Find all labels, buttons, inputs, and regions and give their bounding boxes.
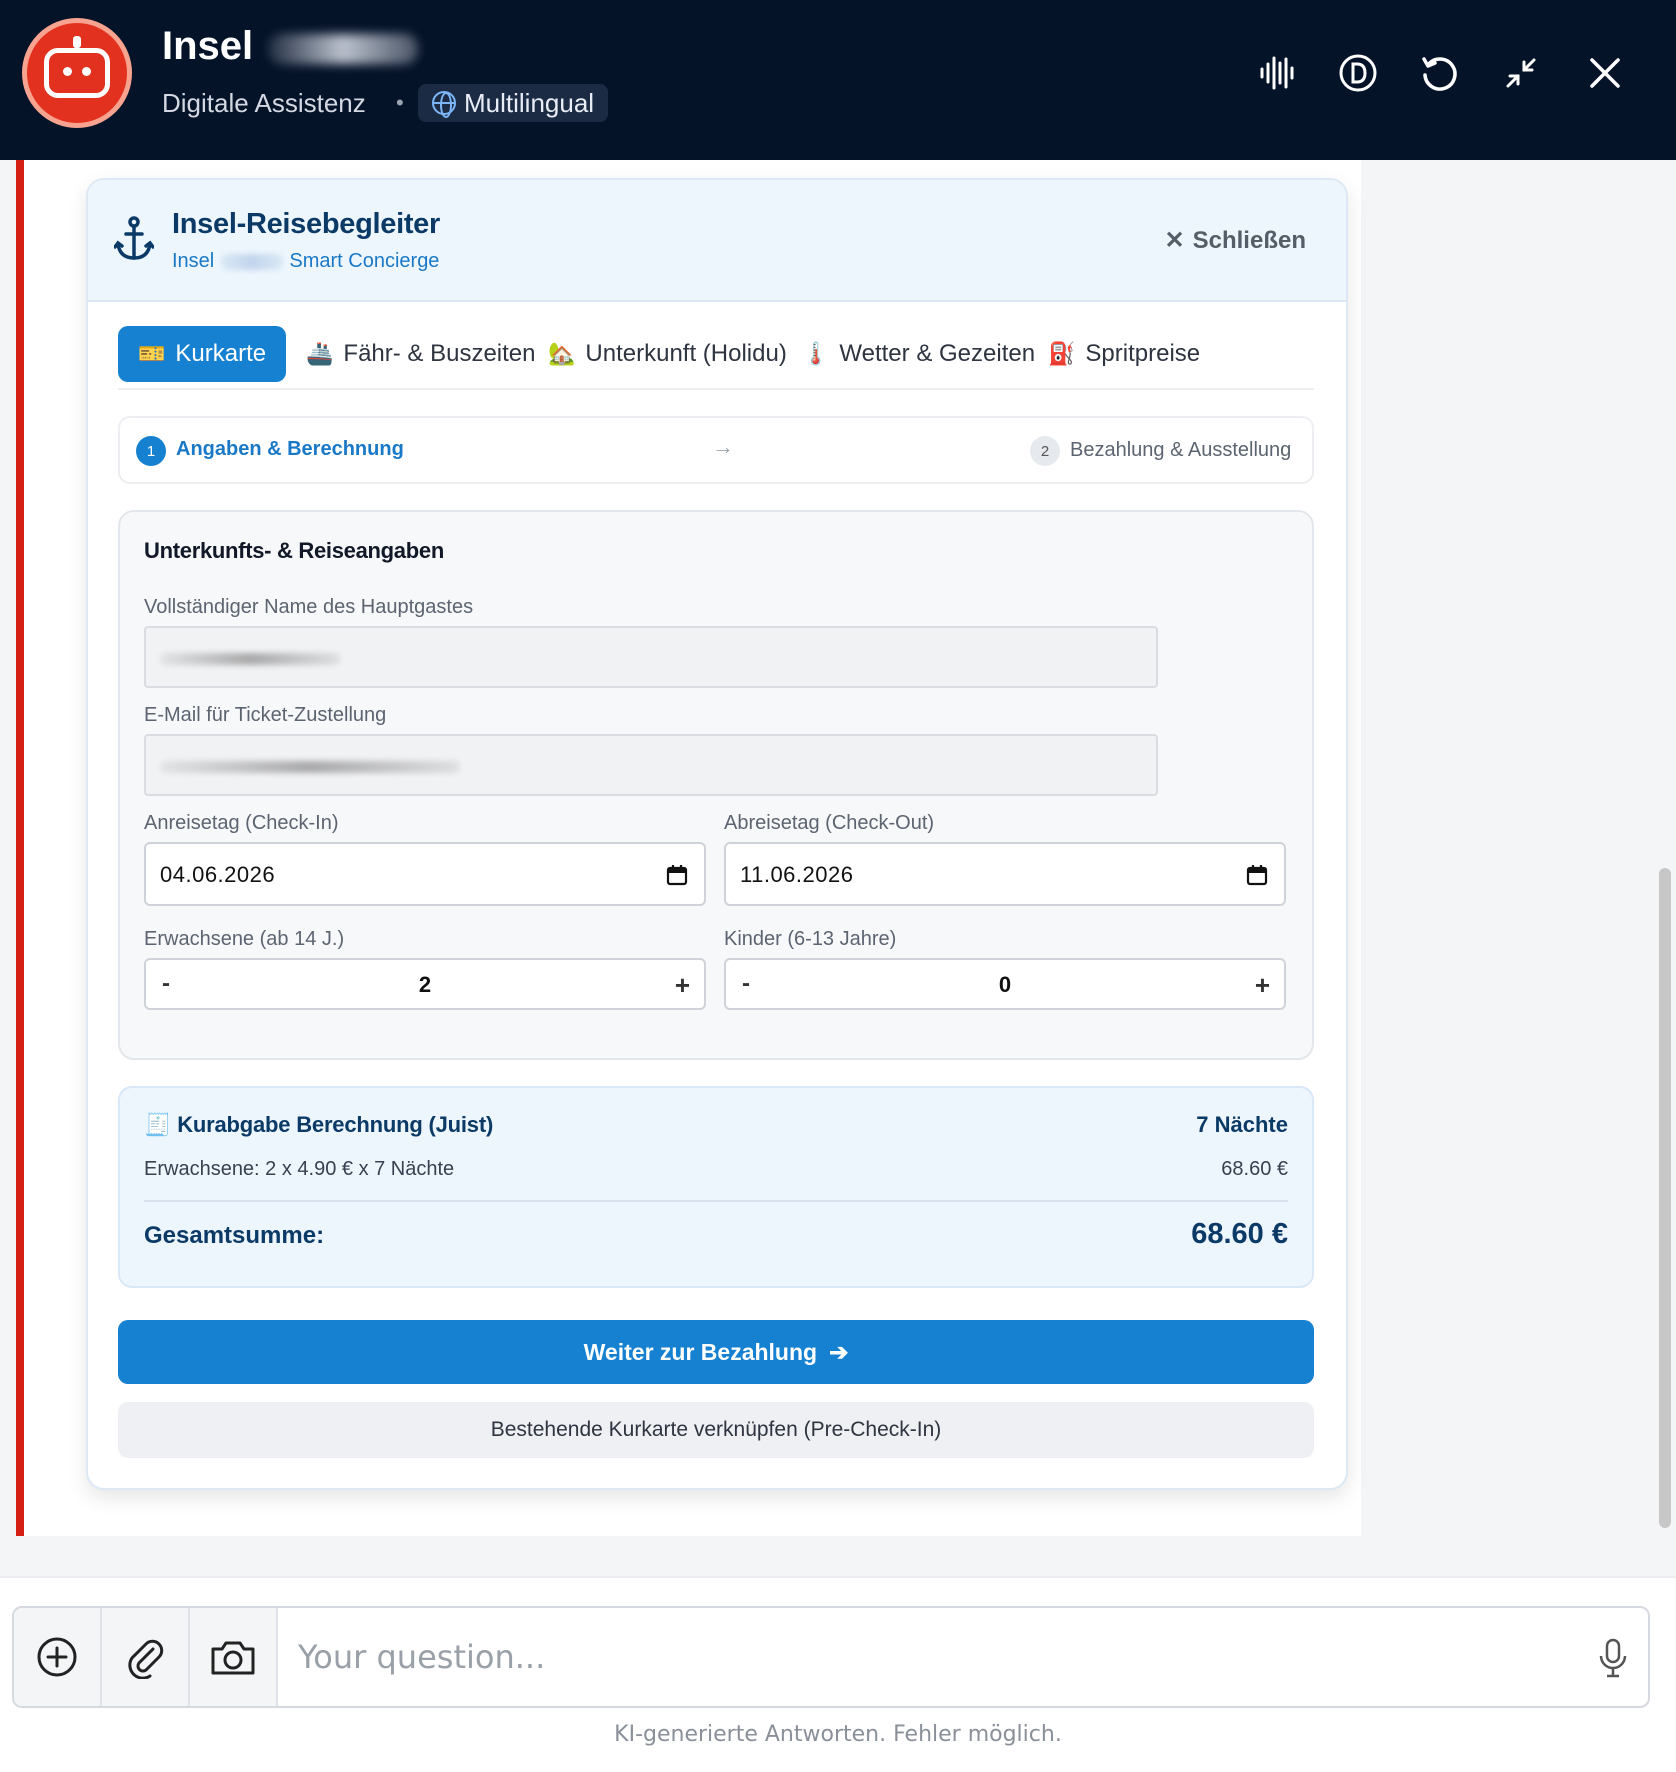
guest-name-label: Vollständiger Name des Hauptgastes bbox=[144, 596, 474, 618]
language-badge-label: Multilingual bbox=[464, 87, 595, 118]
tab-label: Fähr- & Buszeiten bbox=[343, 340, 536, 367]
form-title: Unterkunfts- & Reiseangaben bbox=[144, 538, 444, 563]
message-input-bar bbox=[12, 1606, 1650, 1708]
subtitle-separator: • bbox=[396, 90, 404, 115]
tab-kurkarte[interactable]: 🎫 Kurkarte bbox=[118, 326, 287, 382]
total-label: Gesamtsumme: bbox=[144, 1222, 325, 1249]
camera-icon bbox=[211, 1641, 255, 1675]
nights-count: 7 Nächte bbox=[1196, 1112, 1288, 1137]
waveform-icon[interactable] bbox=[1253, 48, 1303, 98]
adults-increment-button[interactable]: + bbox=[675, 970, 690, 1001]
microphone-icon[interactable] bbox=[1598, 1638, 1628, 1685]
arrow-right-icon: ➔ bbox=[829, 1338, 849, 1365]
children-value[interactable]: 0 bbox=[726, 972, 1284, 998]
tab-fuel-prices[interactable]: ⛽ Spritpreise bbox=[1028, 326, 1220, 382]
card-header: Insel-Reisebegleiter Insel Smart Concier… bbox=[88, 180, 1346, 302]
email-label: E-Mail für Ticket-Zustellung bbox=[144, 704, 387, 726]
checkin-label: Anreisetag (Check-In) bbox=[144, 812, 339, 834]
close-x-icon: ✕ bbox=[1164, 227, 1185, 254]
camera-button[interactable] bbox=[190, 1608, 278, 1706]
card-subtitle-suffix: Smart Concierge bbox=[289, 250, 440, 272]
tab-label: Wetter & Gezeiten bbox=[839, 340, 1036, 367]
close-card-label: Schließen bbox=[1192, 226, 1306, 254]
question-input[interactable] bbox=[278, 1608, 1558, 1706]
scrollbar[interactable] bbox=[1659, 868, 1671, 1528]
paperclip-icon bbox=[128, 1639, 164, 1679]
ticket-icon: 🎫 bbox=[138, 341, 166, 366]
d-circle-icon[interactable] bbox=[1333, 48, 1383, 98]
globe-icon bbox=[432, 91, 456, 118]
travel-details-form: Unterkunfts- & Reiseangaben Vollständige… bbox=[118, 510, 1314, 1060]
add-button[interactable] bbox=[14, 1608, 102, 1706]
divider bbox=[0, 1576, 1676, 1578]
receipt-icon: 🧾 bbox=[144, 1112, 172, 1137]
card-subtitle-prefix: Insel bbox=[172, 250, 215, 272]
card-subtitle: Insel Smart Concierge bbox=[172, 250, 439, 273]
close-card-button[interactable]: ✕ Schließen bbox=[1165, 226, 1306, 255]
tab-label: Kurkarte bbox=[175, 340, 267, 367]
guest-name-field[interactable] bbox=[144, 626, 1158, 688]
redacted-name bbox=[268, 34, 418, 64]
fuel-pump-icon: ⛽ bbox=[1048, 341, 1076, 366]
house-icon: 🏡 bbox=[548, 341, 576, 366]
minimize-icon[interactable] bbox=[1496, 48, 1546, 98]
step-1-label: Angaben & Berechnung bbox=[176, 438, 404, 460]
card-title: Insel-Reisebegleiter bbox=[172, 208, 440, 240]
fee-calculation-panel: 🧾 Kurabgabe Berechnung (Juist) 7 Nächte … bbox=[118, 1086, 1314, 1288]
link-existing-card-button[interactable]: Bestehende Kurkarte verknüpfen (Pre-Chec… bbox=[118, 1402, 1314, 1458]
calc-title-text: Kurabgabe Berechnung (Juist) bbox=[177, 1112, 494, 1137]
app-title: Insel bbox=[162, 24, 254, 68]
children-increment-button[interactable]: + bbox=[1255, 970, 1270, 1001]
checkout-label: Abreisetag (Check-Out) bbox=[724, 812, 935, 834]
checkin-date-value: 04.06.2026 bbox=[160, 862, 276, 887]
calendar-icon[interactable] bbox=[1246, 864, 1268, 891]
travel-companion-card: Insel-Reisebegleiter Insel Smart Concier… bbox=[86, 178, 1348, 1490]
calc-title: 🧾 Kurabgabe Berechnung (Juist) bbox=[144, 1112, 493, 1138]
tab-bar: 🎫 Kurkarte 🚢 Fähr- & Buszeiten 🏡 Unterku… bbox=[118, 326, 1314, 390]
tab-ferry-bus[interactable]: 🚢 Fähr- & Buszeiten bbox=[286, 326, 556, 382]
anchor-icon bbox=[113, 216, 155, 267]
robot-icon bbox=[44, 36, 110, 98]
adults-stepper: - 2 + bbox=[144, 958, 706, 1010]
app-header: Insel Digitale Assistenz • Multilingual bbox=[0, 0, 1676, 160]
progress-stepper: 1 Angaben & Berechnung → 2 Bezahlung & A… bbox=[118, 416, 1314, 484]
adults-value[interactable]: 2 bbox=[146, 972, 704, 998]
language-badge[interactable]: Multilingual bbox=[418, 84, 609, 122]
tab-label: Unterkunft (Holidu) bbox=[585, 340, 787, 367]
bot-avatar bbox=[22, 18, 132, 128]
tab-label: Spritpreise bbox=[1085, 340, 1201, 367]
children-stepper: - 0 + bbox=[724, 958, 1286, 1010]
divider bbox=[144, 1200, 1288, 1202]
step-2-label: Bezahlung & Ausstellung bbox=[1070, 439, 1292, 461]
email-field[interactable] bbox=[144, 734, 1158, 796]
attach-button[interactable] bbox=[102, 1608, 190, 1706]
total-amount: 68.60 € bbox=[1191, 1218, 1288, 1250]
step-2-number: 2 bbox=[1030, 436, 1060, 466]
adults-fee-line: Erwachsene: 2 x 4.90 € x 7 Nächte bbox=[144, 1158, 455, 1180]
children-label: Kinder (6-13 Jahre) bbox=[724, 928, 897, 950]
tab-weather-tides[interactable]: 🌡️ Wetter & Gezeiten bbox=[782, 326, 1055, 382]
assistant-message: Insel-Reisebegleiter Insel Smart Concier… bbox=[16, 160, 1361, 1536]
calendar-icon[interactable] bbox=[666, 864, 688, 891]
thermometer-icon: 🌡️ bbox=[802, 341, 830, 366]
arrow-right-icon: → bbox=[712, 434, 734, 459]
continue-to-payment-button[interactable]: Weiter zur Bezahlung ➔ bbox=[118, 1320, 1314, 1384]
refresh-icon[interactable] bbox=[1414, 48, 1464, 98]
chat-area[interactable]: Insel-Reisebegleiter Insel Smart Concier… bbox=[0, 160, 1676, 1576]
checkout-date-value: 11.06.2026 bbox=[740, 862, 854, 887]
ai-disclaimer: KI-generierte Antworten. Fehler möglich. bbox=[614, 1722, 1062, 1747]
adults-label: Erwachsene (ab 14 J.) bbox=[144, 928, 345, 950]
checkout-date-input[interactable]: 11.06.2026 bbox=[724, 842, 1286, 906]
ship-icon: 🚢 bbox=[306, 341, 334, 366]
plus-circle-icon bbox=[37, 1637, 77, 1677]
continue-label: Weiter zur Bezahlung bbox=[583, 1338, 818, 1365]
tab-accommodation[interactable]: 🏡 Unterkunft (Holidu) bbox=[528, 326, 807, 382]
step-1-number: 1 bbox=[136, 436, 166, 466]
redacted-subtitle bbox=[221, 254, 283, 270]
adults-fee-amount: 68.60 € bbox=[1221, 1158, 1288, 1180]
app-subtitle: Digitale Assistenz bbox=[162, 88, 366, 118]
close-icon[interactable] bbox=[1580, 48, 1630, 98]
checkin-date-input[interactable]: 04.06.2026 bbox=[144, 842, 706, 906]
